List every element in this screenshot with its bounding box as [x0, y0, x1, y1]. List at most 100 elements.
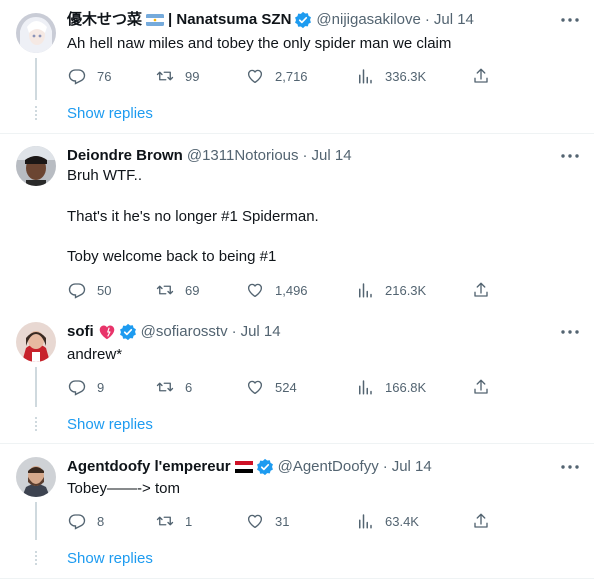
tweet-text: andrew* [67, 346, 123, 363]
retweet-button[interactable]: 6 [155, 377, 192, 397]
share-icon [471, 66, 491, 86]
separator-dot: · [302, 147, 308, 164]
retweet-count: 69 [185, 282, 200, 298]
heart-icon [245, 280, 265, 300]
views-chart-icon [355, 511, 375, 531]
share-icon [471, 280, 491, 300]
yemen-flag-icon [234, 461, 253, 473]
thread-dots [35, 551, 37, 565]
retweet-icon [155, 511, 175, 531]
reply-count: 9 [97, 379, 105, 395]
retweet-button[interactable]: 69 [155, 280, 199, 300]
thread-dots [35, 417, 37, 431]
show-replies-link[interactable]: Show replies [67, 549, 153, 569]
avatar[interactable] [16, 457, 56, 497]
display-name-suffix[interactable]: | Nanatsuma SZN [168, 10, 291, 30]
heart-icon [245, 377, 265, 397]
reply-button[interactable]: 76 [67, 66, 111, 86]
handle[interactable]: @nijigasakilove [316, 10, 420, 30]
display-name[interactable]: sofi [67, 322, 94, 342]
share-button[interactable] [471, 511, 491, 531]
thread-line [35, 502, 37, 540]
tweet-actions: 9 6 524 166.8K [67, 377, 495, 397]
divider [0, 443, 594, 444]
timestamp[interactable]: Jul 14 [312, 146, 352, 166]
like-button[interactable]: 524 [245, 377, 297, 397]
verified-badge-icon [119, 323, 137, 341]
tweet-text-line: Toby welcome back to being #1 [67, 248, 277, 265]
like-count: 31 [275, 513, 290, 529]
handle[interactable]: @sofiarosstv [141, 322, 228, 342]
reply-icon [67, 511, 87, 531]
show-replies-link[interactable]: Show replies [67, 104, 153, 124]
more-options-icon[interactable] [560, 322, 580, 342]
handle[interactable]: @1311Notorious [187, 146, 299, 166]
views-count: 166.8K [385, 379, 427, 395]
tweet-actions: 8 1 31 63.4K [67, 511, 495, 531]
views-chart-icon [355, 66, 375, 86]
display-name[interactable]: 優木せつ菜 [67, 10, 142, 30]
argentina-flag-icon [146, 14, 165, 26]
retweet-count: 99 [185, 68, 200, 84]
share-icon [471, 377, 491, 397]
like-button[interactable]: 1,496 [245, 280, 308, 300]
tweet-text-line: Bruh WTF.. [67, 167, 143, 184]
more-options-icon[interactable] [560, 146, 580, 166]
timestamp[interactable]: Jul 14 [241, 322, 281, 342]
thread-dots [35, 106, 37, 120]
divider [0, 578, 594, 579]
share-button[interactable] [471, 377, 491, 397]
retweet-count: 6 [185, 379, 193, 395]
reply-button[interactable]: 8 [67, 511, 104, 531]
handle[interactable]: @AgentDoofyy [278, 457, 379, 477]
reply-count: 50 [97, 282, 112, 298]
retweet-button[interactable]: 99 [155, 66, 199, 86]
share-icon [471, 511, 491, 531]
avatar[interactable] [16, 322, 56, 362]
views-count: 216.3K [385, 282, 427, 298]
display-name[interactable]: Agentdoofy l'empereur [67, 457, 231, 477]
timestamp[interactable]: Jul 14 [392, 457, 432, 477]
tweet-header: Agentdoofy l'empereur @AgentDoofyy · Jul… [67, 457, 432, 477]
reply-count: 8 [97, 513, 105, 529]
like-button[interactable]: 31 [245, 511, 289, 531]
views-button[interactable]: 336.3K [355, 66, 426, 86]
views-button[interactable]: 216.3K [355, 280, 426, 300]
show-replies-link[interactable]: Show replies [67, 415, 153, 435]
thread-line [35, 367, 37, 407]
retweet-icon [155, 280, 175, 300]
verified-badge-icon [294, 11, 312, 29]
thread-line [35, 58, 37, 100]
heart-icon [245, 511, 265, 531]
like-count: 524 [275, 379, 297, 395]
separator-dot: · [424, 11, 430, 28]
separator-dot: · [382, 458, 388, 475]
share-button[interactable] [471, 66, 491, 86]
views-button[interactable]: 166.8K [355, 377, 426, 397]
reply-button[interactable]: 50 [67, 280, 111, 300]
views-chart-icon [355, 280, 375, 300]
retweet-button[interactable]: 1 [155, 511, 192, 531]
reply-icon [67, 280, 87, 300]
like-count: 2,716 [275, 68, 308, 84]
tweet-header: Deiondre Brown @1311Notorious · Jul 14 [67, 146, 352, 166]
display-name[interactable]: Deiondre Brown [67, 146, 183, 166]
tweet-text: Tobey——-> tom [67, 480, 180, 497]
tweet-text: Ah hell naw miles and tobey the only spi… [67, 35, 452, 52]
views-count: 336.3K [385, 68, 427, 84]
share-button[interactable] [471, 280, 491, 300]
tweet-header: sofi @sofiarosstv · Jul 14 [67, 322, 281, 342]
more-options-icon[interactable] [560, 457, 580, 477]
like-button[interactable]: 2,716 [245, 66, 308, 86]
heart-icon [245, 66, 265, 86]
more-options-icon[interactable] [560, 10, 580, 30]
views-button[interactable]: 63.4K [355, 511, 419, 531]
tweet-header: 優木せつ菜 | Nanatsuma SZN @nijigasakilove · … [67, 10, 474, 30]
reply-button[interactable]: 9 [67, 377, 104, 397]
avatar[interactable] [16, 13, 56, 53]
retweet-icon [155, 377, 175, 397]
avatar[interactable] [16, 146, 56, 186]
timestamp[interactable]: Jul 14 [434, 10, 474, 30]
reply-icon [67, 66, 87, 86]
views-count: 63.4K [385, 513, 419, 529]
